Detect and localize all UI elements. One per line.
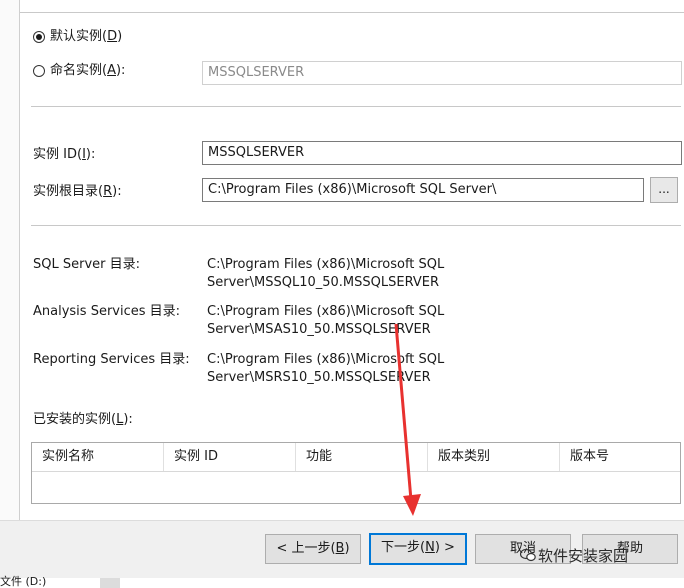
- annotation-arrow: [394, 323, 421, 516]
- arrowhead: [403, 494, 421, 516]
- arrow-shaft: [394, 323, 413, 501]
